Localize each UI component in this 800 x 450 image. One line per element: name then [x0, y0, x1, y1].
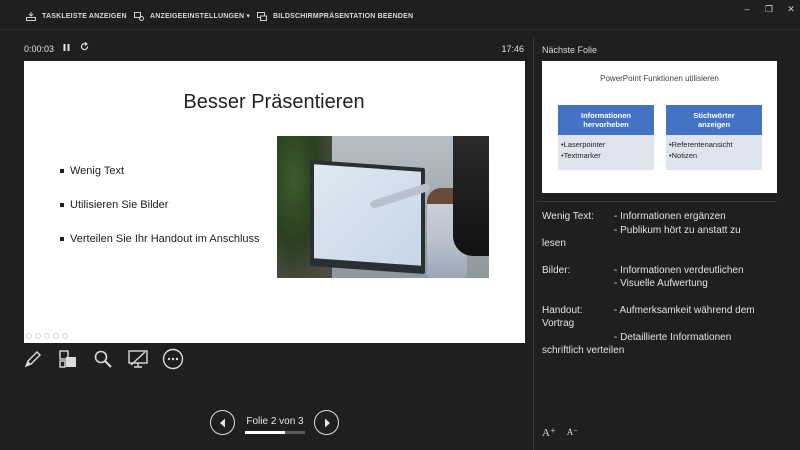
- pause-icon[interactable]: [63, 43, 70, 54]
- restart-icon[interactable]: [80, 42, 89, 54]
- notes-divider: [537, 201, 777, 202]
- slide-title: Besser Präsentieren: [183, 91, 365, 113]
- box-header-line: Informationen: [581, 111, 631, 120]
- box-item: •Textmarker: [561, 151, 601, 160]
- pane-divider: [533, 38, 534, 450]
- more-options-icon[interactable]: [162, 348, 184, 370]
- close-button[interactable]: ✕: [785, 4, 797, 14]
- next-slide-title: PowerPoint Funktionen utilisieren: [600, 74, 719, 83]
- next-slide-box-header: Stichwörter anzeigen: [666, 105, 762, 135]
- slide-bullet: Wenig Text: [60, 165, 260, 177]
- slide-progress-fill: [245, 431, 285, 434]
- note-line: - Detaillierte Informationen: [614, 331, 732, 343]
- timer-row: 0:00:03 17:46: [24, 42, 524, 57]
- previous-slide-button[interactable]: [210, 410, 235, 435]
- next-slide-button[interactable]: [314, 410, 339, 435]
- box-header-line: anzeigen: [697, 120, 731, 129]
- taskbar-icon: [26, 11, 36, 21]
- note-line: - Publikum hört zu anstatt zu: [614, 224, 741, 236]
- chevron-right-icon: [324, 418, 330, 427]
- photo-screen: [310, 159, 425, 275]
- pen-icon[interactable]: [22, 348, 44, 370]
- slide-mini-toolbar: [26, 333, 68, 341]
- note-block: Wenig Text: - Informationen ergänzen - P…: [542, 210, 778, 251]
- next-slide-box-body: •Referentenansicht •Notizen: [666, 135, 762, 170]
- slide-bullet: Utilisieren Sie Bilder: [60, 199, 260, 211]
- current-slide[interactable]: Besser Präsentieren Wenig Text Utilisier…: [24, 61, 525, 343]
- slide-counter: Folie 2 von 3: [246, 416, 304, 427]
- slide-bullet-list: Wenig Text Utilisieren Sie Bilder Vertei…: [60, 165, 260, 267]
- box-header-line: hervorheben: [583, 120, 629, 129]
- current-time: 17:46: [501, 44, 524, 54]
- photo-foreground: [453, 136, 489, 256]
- box-item: •Notizen: [669, 151, 698, 160]
- presenter-photo: [277, 136, 489, 278]
- end-slideshow-icon: [257, 11, 267, 21]
- note-line: lesen: [542, 238, 566, 249]
- all-slides-icon[interactable]: [57, 348, 79, 370]
- note-line: - Visuelle Aufwertung: [614, 278, 708, 289]
- box-item: •Laserpointer: [561, 140, 606, 149]
- note-label: Bilder:: [542, 264, 571, 276]
- restore-button[interactable]: ❐: [763, 4, 775, 14]
- next-slide-box-body: •Laserpointer •Textmarker: [558, 135, 654, 170]
- mini-tool-icon[interactable]: [62, 333, 68, 339]
- note-block: Handout: - Aufmerksamkeit während dem Vo…: [542, 304, 778, 358]
- next-slide-box: Stichwörter anzeigen •Referentenansicht •…: [666, 105, 762, 170]
- notes-font-controls: A⁺ A⁻: [542, 426, 578, 439]
- note-line: schriftlich verteilen: [542, 345, 625, 356]
- next-slide-box-header: Informationen hervorheben: [558, 105, 654, 135]
- mini-tool-icon[interactable]: [44, 333, 50, 339]
- end-slideshow-button[interactable]: BILDSCHIRMPRÄSENTATION BEENDEN: [257, 9, 413, 23]
- next-slide-box: Informationen hervorheben •Laserpointer •…: [558, 105, 654, 170]
- display-settings-label: ANZEIGEEINSTELLUNGEN ▾: [150, 13, 251, 20]
- mini-tool-icon[interactable]: [35, 333, 41, 339]
- decrease-font-button[interactable]: A⁻: [567, 427, 578, 439]
- show-taskbar-label: TASKLEISTE ANZEIGEN: [42, 12, 127, 20]
- presenter-tools: [22, 348, 184, 372]
- mini-tool-icon[interactable]: [53, 333, 59, 339]
- slide-navigation: Folie 2 von 3: [210, 410, 340, 438]
- next-slide-preview[interactable]: PowerPoint Funktionen utilisieren Inform…: [542, 61, 777, 193]
- end-slideshow-label: BILDSCHIRMPRÄSENTATION BEENDEN: [273, 12, 414, 20]
- mini-tool-icon[interactable]: [26, 333, 32, 339]
- note-block: Bilder: - Informationen verdeutlichen - …: [542, 264, 778, 291]
- note-label: Wenig Text:: [542, 211, 594, 222]
- presenter-toolbar: TASKLEISTE ANZEIGEN ANZEIGEEINSTELLUNGEN…: [0, 0, 800, 30]
- increase-font-button[interactable]: A⁺: [542, 426, 556, 439]
- box-item: •Referentenansicht: [669, 140, 733, 149]
- slide-progress-bar: [245, 431, 305, 434]
- box-header-line: Stichwörter: [693, 111, 735, 120]
- elapsed-time: 0:00:03: [24, 44, 55, 54]
- note-label: Handout:: [542, 304, 583, 316]
- speaker-notes[interactable]: Wenig Text: - Informationen ergänzen - P…: [542, 210, 778, 371]
- next-slide-heading: Nächste Folie: [542, 45, 598, 55]
- display-settings-button[interactable]: ANZEIGEEINSTELLUNGEN ▾: [134, 9, 250, 23]
- minimize-button[interactable]: –: [741, 4, 753, 14]
- note-line: Vortrag: [542, 318, 575, 329]
- chevron-left-icon: [219, 418, 225, 427]
- show-taskbar-button[interactable]: TASKLEISTE ANZEIGEN: [26, 9, 127, 23]
- screen-toggle-icon[interactable]: [127, 348, 149, 370]
- slide-bullet: Verteilen Sie Ihr Handout im Anschluss: [60, 233, 260, 245]
- zoom-icon[interactable]: [92, 348, 114, 370]
- display-settings-icon: [134, 11, 144, 21]
- note-line: - Informationen verdeutlichen: [614, 264, 744, 276]
